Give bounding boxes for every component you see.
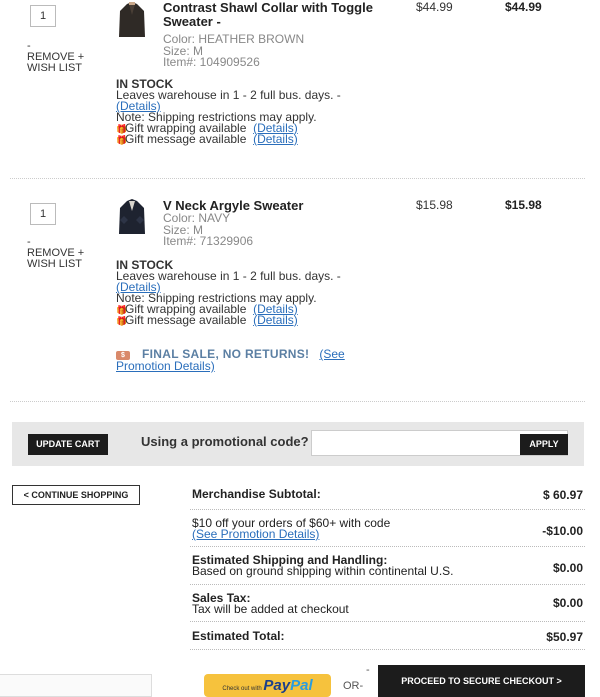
gift-icon: 🎁 bbox=[116, 305, 128, 315]
cart-item: 1 - REMOVE + WISH LIST Contrast Shawl Co… bbox=[0, 0, 600, 180]
summary-discount-row: $10 off your orders of $60+ with code (S… bbox=[190, 510, 585, 547]
unit-price: $44.99 bbox=[416, 0, 453, 14]
summary-shipping-row: Estimated Shipping and Handling: Based o… bbox=[190, 547, 585, 585]
quantity-input[interactable]: 1 bbox=[30, 5, 56, 27]
summary-subtotal-row: Merchandise Subtotal: $ 60.97 bbox=[190, 480, 585, 510]
gift-icon: 🎁 bbox=[116, 124, 128, 134]
tax-label: Sales Tax: Tax will be added at checkout bbox=[192, 592, 349, 616]
shipping-label: Estimated Shipping and Handling: Based o… bbox=[192, 554, 454, 578]
paypal-prefix: Check out with bbox=[222, 686, 262, 692]
update-cart-button[interactable]: UPDATE CART bbox=[28, 434, 108, 455]
line-total: $44.99 bbox=[505, 0, 542, 14]
subtotal-value: $ 60.97 bbox=[542, 488, 583, 502]
gift-message-text: Gift message available bbox=[125, 313, 247, 327]
stock-info: IN STOCK Leaves warehouse in 1 - 2 full … bbox=[116, 78, 396, 146]
tax-subtext: Tax will be added at checkout bbox=[192, 602, 349, 616]
apply-button[interactable]: APPLY bbox=[520, 434, 568, 455]
product-name-line2[interactable]: Sweater - bbox=[163, 14, 221, 29]
product-item-number: Item#: 104909526 bbox=[163, 55, 260, 69]
estimated-total-label: Estimated Total: bbox=[192, 629, 285, 643]
product-name-line1[interactable]: Contrast Shawl Collar with Toggle bbox=[163, 0, 373, 15]
shipping-value: $0.00 bbox=[552, 561, 583, 575]
see-promotion-details-link[interactable]: (See Promotion Details) bbox=[192, 527, 319, 541]
remove-wishlist-link[interactable]: REMOVE + WISH LIST bbox=[27, 248, 97, 270]
paypal-checkout-button[interactable]: Check out with PayPal bbox=[204, 674, 331, 697]
remove-wishlist-link[interactable]: REMOVE + WISH LIST bbox=[27, 52, 97, 74]
product-thumbnail[interactable] bbox=[118, 1, 146, 39]
gift-message-details-link[interactable]: (Details) bbox=[253, 132, 298, 146]
subtotal-label: Merchandise Subtotal: bbox=[192, 487, 321, 501]
quantity-input[interactable]: 1 bbox=[30, 203, 56, 225]
estimated-total-value: $50.97 bbox=[546, 630, 583, 644]
item-divider bbox=[10, 178, 585, 179]
discount-value: -$10.00 bbox=[542, 524, 583, 538]
footer-panel bbox=[0, 674, 152, 697]
product-thumbnail[interactable] bbox=[118, 198, 146, 236]
product-name[interactable]: Contrast Shawl Collar with Toggle Sweate… bbox=[163, 1, 373, 29]
promotion-details-link[interactable]: Promotion Details) bbox=[116, 359, 215, 373]
gift-icon: 🎁 bbox=[116, 135, 128, 145]
tax-value: $0.00 bbox=[552, 596, 583, 610]
unit-price: $15.98 bbox=[416, 198, 453, 212]
final-sale-notice: $ FINAL SALE, NO RETURNS! (See Promotion … bbox=[116, 348, 396, 372]
paypal-logo-pay: Pay bbox=[263, 677, 291, 694]
continue-shopping-button[interactable]: < CONTINUE SHOPPING bbox=[12, 485, 140, 505]
line-total: $15.98 bbox=[505, 198, 542, 212]
or-separator: - bbox=[366, 664, 370, 676]
promo-code-question: Using a promotional code? bbox=[141, 434, 309, 449]
discount-label: $10 off your orders of $60+ with code (S… bbox=[192, 517, 390, 541]
proceed-to-checkout-button[interactable]: PROCEED TO SECURE CHECKOUT > bbox=[378, 665, 585, 697]
summary-total-row: Estimated Total: $50.97 bbox=[190, 622, 585, 650]
promotion-details-link[interactable]: (See bbox=[319, 347, 344, 361]
item-divider bbox=[10, 401, 585, 402]
gift-message-details-link[interactable]: (Details) bbox=[253, 313, 298, 327]
paypal-logo-pal: Pal bbox=[290, 677, 313, 694]
gift-message-text: Gift message available bbox=[125, 132, 247, 146]
shipping-subtext: Based on ground shipping within continen… bbox=[192, 564, 454, 578]
summary-tax-row: Sales Tax: Tax will be added at checkout… bbox=[190, 585, 585, 622]
gift-icon: 🎁 bbox=[116, 316, 128, 326]
product-item-number: Item#: 71329906 bbox=[163, 234, 254, 248]
cart-item: 1 - REMOVE + WISH LIST V Neck Argyle Swe… bbox=[0, 193, 600, 393]
or-separator: OR- bbox=[343, 680, 364, 692]
stock-info: IN STOCK Leaves warehouse in 1 - 2 full … bbox=[116, 259, 396, 327]
